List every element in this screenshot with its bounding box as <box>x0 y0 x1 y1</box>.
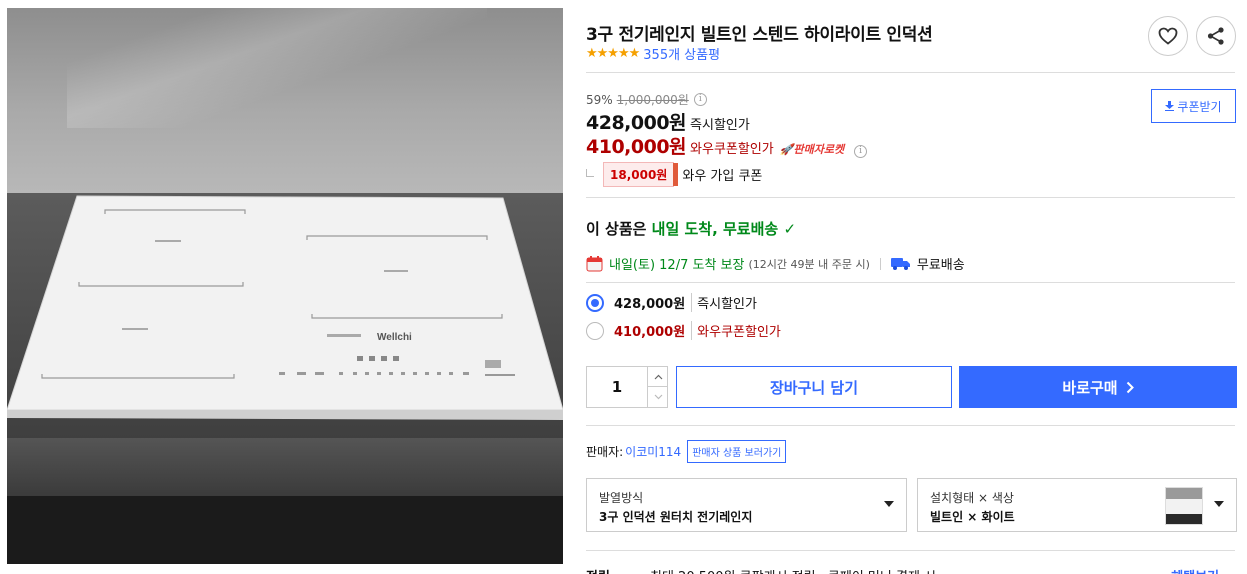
rocket-icon: 🚀 <box>779 143 794 156</box>
cooktop-brand-logo: Wellchi <box>377 332 412 343</box>
option-select-heating[interactable]: 발열방식 3구 인덕션 원터치 전기레인지 <box>586 478 907 532</box>
seller-row: 판매자: 이코미114 판매자 상품 보러가기 <box>586 440 787 463</box>
chevron-right-icon <box>1126 381 1134 393</box>
divider <box>586 197 1235 198</box>
check-icon: ✓ <box>783 220 797 238</box>
buy-now-label: 바로구매 <box>1062 378 1118 397</box>
option-select-install-color[interactable]: 설치형태 × 색상 빌트인 × 화이트 <box>917 478 1237 532</box>
bonus-coupon-label: 와우 가입 쿠폰 <box>682 169 763 184</box>
product-info-panel: 3구 전기레인지 빌트인 스텐드 하이라이트 인덕션 ★★★★★ 355개 상품… <box>586 0 1237 574</box>
divider <box>586 550 1235 551</box>
separator <box>879 257 881 270</box>
product-title: 3구 전기레인지 빌트인 스텐드 하이라이트 인덕션 <box>586 25 933 45</box>
download-icon <box>1165 101 1175 111</box>
truck-icon <box>890 257 910 270</box>
delivery-cutoff: (12시간 49분 내 주문 시) <box>748 257 870 271</box>
wow-price: 410,000원 <box>586 136 687 158</box>
review-count-link[interactable]: 355개 상품평 <box>643 44 720 63</box>
add-to-cart-button[interactable]: 장바구니 담기 <box>676 366 952 408</box>
heart-icon <box>1158 27 1178 45</box>
product-image[interactable]: Wellchi <box>7 8 563 564</box>
delivery-date: 내일(토) 12/7 도착 보장 <box>609 258 745 273</box>
option-label: 와우쿠폰할인가 <box>691 321 781 340</box>
info-icon[interactable]: i <box>854 145 868 158</box>
instant-price-row: 428,000원 즉시할인가 <box>586 108 750 135</box>
wishlist-button[interactable] <box>1148 16 1188 56</box>
share-icon <box>1207 27 1224 45</box>
shipping-headline: 이 상품은 내일 도착, 무료배송 ✓ <box>586 218 796 239</box>
quantity-stepper[interactable]: 1 <box>586 366 668 408</box>
option-price: 410,000원 <box>614 325 686 340</box>
select-value: 3구 인덕션 원터치 전기레인지 <box>599 510 753 524</box>
quantity-input[interactable]: 1 <box>587 367 647 407</box>
coupon-download-button[interactable]: 쿠폰받기 <box>1151 89 1236 123</box>
original-price: 1,000,000원 <box>616 93 689 107</box>
rocket-badge: 🚀판매자로켓 <box>780 141 844 157</box>
benefit-text: 최대 20,500원 쿠팡캐시 적립 · 쿠페이 머니 결제 시 <box>650 566 936 574</box>
coupon-button-label: 쿠폰받기 <box>1177 99 1222 114</box>
divider <box>586 282 1235 283</box>
tree-corner <box>586 168 594 177</box>
instant-price: 428,000원 <box>586 112 687 134</box>
shipping-highlight: 내일 도착, 무료배송 <box>651 220 779 238</box>
discount-rate: 59% <box>586 92 613 107</box>
chevron-up-icon <box>654 374 662 379</box>
seller-name-link[interactable]: 이코미114 <box>625 443 681 460</box>
benefit-label: 적립 <box>586 566 650 574</box>
seller-products-button[interactable]: 판매자 상품 보러가기 <box>687 440 787 463</box>
caret-down-icon <box>884 501 894 507</box>
seller-label: 판매자: <box>586 445 624 459</box>
divider <box>586 425 1235 426</box>
price-option-instant[interactable]: 428,000원 즉시할인가 <box>586 293 757 312</box>
instant-price-label: 즉시할인가 <box>690 118 750 133</box>
discount-row: 59% 1,000,000원 i <box>586 91 707 108</box>
calendar-icon <box>586 256 603 272</box>
wow-price-label: 와우쿠폰할인가 <box>690 142 774 157</box>
quantity-decrease-button[interactable] <box>647 387 668 407</box>
buy-now-button[interactable]: 바로구매 <box>959 366 1237 408</box>
select-label: 발열방식 <box>599 491 644 505</box>
free-shipping-label: 무료배송 <box>916 258 965 273</box>
share-button[interactable] <box>1196 16 1236 56</box>
rating-row: ★★★★★ 355개 상품평 <box>586 44 720 63</box>
price-option-wow[interactable]: 410,000원 와우쿠폰할인가 <box>586 321 781 340</box>
rocket-badge-label: 판매자로켓 <box>793 143 845 156</box>
option-label: 즉시할인가 <box>691 293 757 312</box>
radio-selected[interactable] <box>586 293 604 312</box>
info-icon[interactable]: i <box>693 93 707 106</box>
radio-unselected[interactable] <box>586 321 604 340</box>
shipping-headline-prefix: 이 상품은 <box>586 220 652 238</box>
bonus-coupon-row: 18,000원 와우 가입 쿠폰 <box>586 162 762 187</box>
quantity-increase-button[interactable] <box>647 367 668 387</box>
option-price: 428,000원 <box>614 297 686 312</box>
benefit-more-link[interactable]: 혜택보기 › <box>1171 566 1229 574</box>
option-thumbnail <box>1165 487 1203 525</box>
benefit-row: 적립 최대 20,500원 쿠팡캐시 적립 · 쿠페이 머니 결제 시 혜택보기… <box>586 566 1237 574</box>
delivery-row: 내일(토) 12/7 도착 보장 (12시간 49분 내 주문 시) 무료배송 <box>586 254 965 273</box>
cooktop-illustration: Wellchi <box>7 195 563 420</box>
caret-down-icon <box>1214 501 1224 507</box>
bonus-coupon-tag: 18,000원 <box>603 162 679 187</box>
chevron-down-icon <box>654 394 662 400</box>
wow-price-row: 410,000원 와우쿠폰할인가 🚀판매자로켓 i <box>586 132 868 159</box>
divider <box>586 72 1235 73</box>
rating-stars: ★★★★★ <box>586 46 640 61</box>
